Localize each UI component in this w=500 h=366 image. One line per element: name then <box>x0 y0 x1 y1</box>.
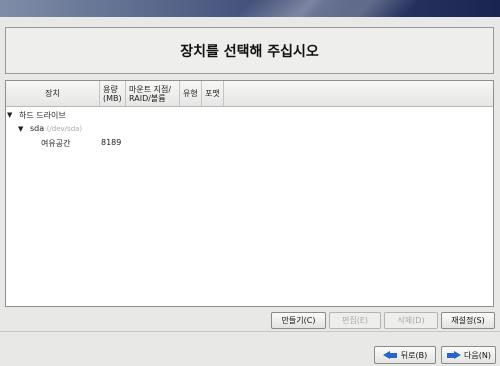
arrow-left-icon <box>382 350 398 360</box>
back-button[interactable]: 뒤로(B) <box>374 346 436 364</box>
column-header-size-line2: (MB) <box>103 93 122 103</box>
top-banner <box>0 0 500 17</box>
banner-streak <box>312 0 418 17</box>
separator <box>0 331 500 332</box>
column-header-format[interactable]: 포맷 <box>202 81 224 106</box>
row-size: 8189 <box>101 138 122 147</box>
column-header-mount-line1: 마운트 지점/ <box>129 84 172 94</box>
column-header-mount[interactable]: 마운트 지점/ RAID/볼륨 <box>126 81 180 106</box>
row-label: sda <box>30 124 45 133</box>
column-header-type-label: 유형 <box>183 89 198 98</box>
title-panel: 장치를 선택해 주십시오 <box>5 27 494 74</box>
next-button[interactable]: 다음(N) <box>441 346 496 364</box>
column-header-type[interactable]: 유형 <box>180 81 202 106</box>
back-button-label: 뒤로(B) <box>400 350 428 360</box>
edit-button[interactable]: 편집(E) <box>329 312 381 329</box>
arrow-right-icon <box>446 350 462 360</box>
column-header-device[interactable]: 장치 <box>6 81 100 106</box>
table-row[interactable]: ▼ 하드 드라이브 <box>6 108 493 122</box>
table-header: 장치 용량 (MB) 마운트 지점/ RAID/볼륨 유형 포맷 <box>6 81 493 107</box>
row-label: 하드 드라이브 <box>19 111 66 120</box>
column-header-format-label: 포맷 <box>205 89 220 98</box>
column-header-mount-line2: RAID/볼륨 <box>129 93 166 103</box>
expander-down-icon[interactable]: ▼ <box>18 125 23 133</box>
page-title: 장치를 선택해 주십시오 <box>180 43 319 60</box>
create-button[interactable]: 만들기(C) <box>271 312 326 329</box>
row-device-path: (/dev/sda) <box>46 125 83 133</box>
table-row[interactable]: 여유공간 8189 <box>6 136 493 150</box>
column-header-size-line1: 용량 <box>103 84 118 94</box>
delete-button[interactable]: 삭제(D) <box>384 312 438 329</box>
column-header-device-label: 장치 <box>45 89 60 98</box>
next-button-label: 다음(N) <box>464 350 491 360</box>
expander-down-icon[interactable]: ▼ <box>7 111 12 119</box>
reset-button[interactable]: 재설정(S) <box>441 312 495 329</box>
table-row[interactable]: ▼ sda (/dev/sda) <box>6 122 493 136</box>
row-label: 여유공간 <box>41 139 71 148</box>
partition-table[interactable]: 장치 용량 (MB) 마운트 지점/ RAID/볼륨 유형 포맷 ▼ 하드 드라… <box>5 80 494 307</box>
column-header-size[interactable]: 용량 (MB) <box>100 81 126 106</box>
